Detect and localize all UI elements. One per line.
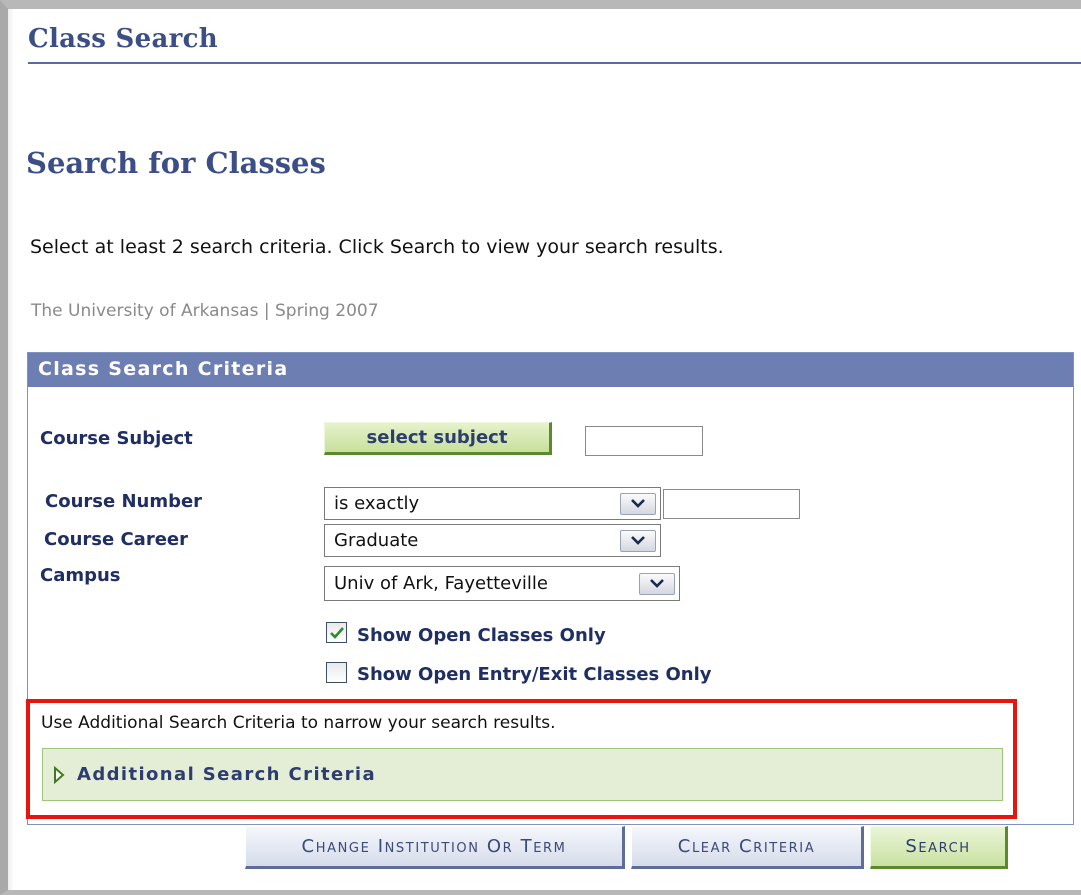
institution-term-text: The University of Arkansas | Spring 2007 <box>31 301 379 321</box>
course-subject-input[interactable] <box>585 426 703 456</box>
criteria-header: Class Search Criteria <box>28 353 1073 387</box>
course-career-value: Graduate <box>334 530 419 551</box>
additional-criteria-label: Additional Search Criteria <box>77 764 377 785</box>
checkmark-icon <box>329 626 344 639</box>
course-number-operator-value: is exactly <box>334 493 420 514</box>
open-classes-checkbox[interactable] <box>326 622 347 643</box>
campus-select[interactable]: Univ of Ark, Fayetteville <box>324 566 680 601</box>
course-career-label: Course Career <box>44 529 188 550</box>
triangle-right-icon <box>53 765 65 784</box>
change-institution-label: Change Institution Or Term <box>301 836 567 857</box>
campus-label: Campus <box>40 565 121 586</box>
search-label: Search <box>905 836 971 857</box>
chevron-down-icon[interactable] <box>639 572 675 595</box>
page-title: Class Search <box>28 24 218 54</box>
criteria-header-label: Class Search Criteria <box>38 358 289 380</box>
additional-criteria-note: Use Additional Search Criteria to narrow… <box>41 713 556 733</box>
instructions-text: Select at least 2 search criteria. Click… <box>30 236 724 258</box>
chevron-down-icon[interactable] <box>620 529 656 552</box>
change-institution-button[interactable]: Change Institution Or Term <box>245 826 625 869</box>
course-subject-label: Course Subject <box>40 428 193 449</box>
course-career-select[interactable]: Graduate <box>324 524 661 557</box>
clear-criteria-button[interactable]: Clear Criteria <box>631 826 864 869</box>
title-divider <box>28 62 1081 64</box>
course-number-input[interactable] <box>663 489 800 519</box>
open-entry-exit-label[interactable]: Show Open Entry/Exit Classes Only <box>357 664 712 685</box>
search-button[interactable]: Search <box>870 826 1008 869</box>
section-heading: Search for Classes <box>26 146 326 180</box>
additional-criteria-toggle[interactable]: Additional Search Criteria <box>42 748 1003 801</box>
frame-shadow <box>8 9 14 890</box>
clear-criteria-label: Clear Criteria <box>677 836 816 857</box>
campus-value: Univ of Ark, Fayetteville <box>334 573 548 594</box>
select-subject-button[interactable]: select subject <box>324 422 552 455</box>
open-classes-label[interactable]: Show Open Classes Only <box>357 625 606 646</box>
open-entry-exit-checkbox[interactable] <box>326 662 347 683</box>
course-number-operator-select[interactable]: is exactly <box>324 487 661 520</box>
course-number-label: Course Number <box>45 491 203 512</box>
chevron-down-icon[interactable] <box>620 492 656 515</box>
